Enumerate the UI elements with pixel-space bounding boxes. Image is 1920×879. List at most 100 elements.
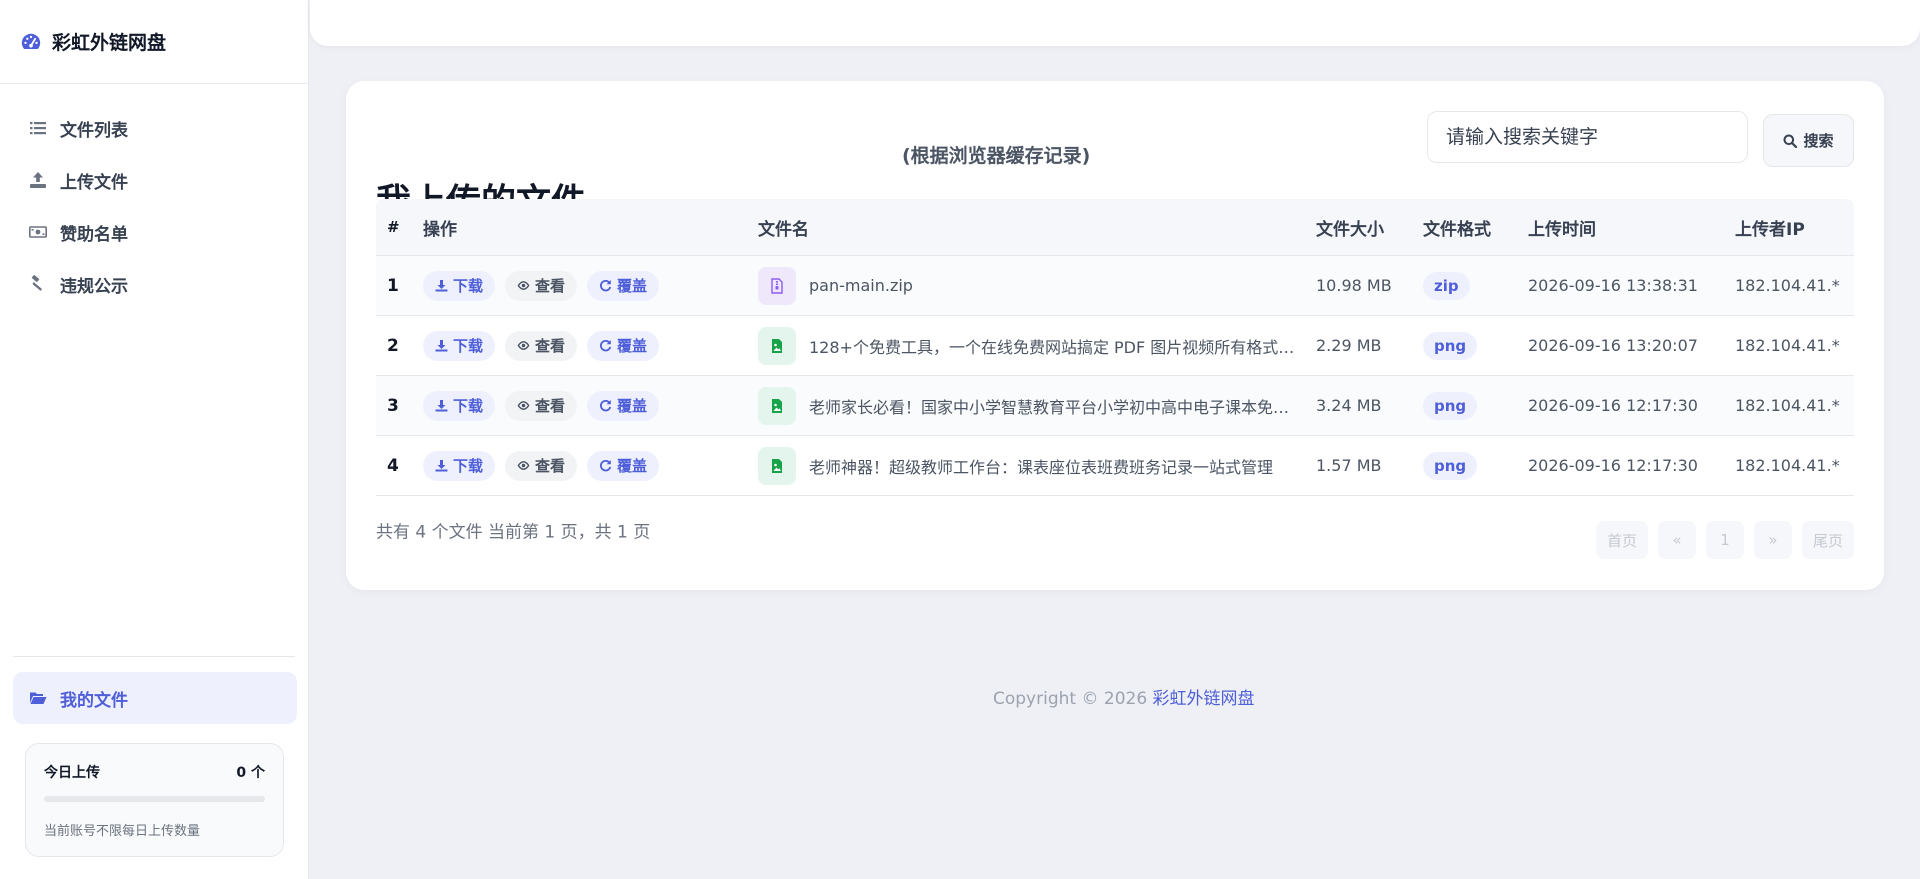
copyright-link[interactable]: 彩虹外链网盘 [1153, 689, 1255, 709]
sidebar-item-label: 我的文件 [60, 690, 128, 711]
top-header-bar [310, 0, 1920, 46]
money-icon [29, 223, 47, 241]
table-row: 1 下载 查看 覆盖 pan-main.zip 10.98 MB zip 202… [376, 256, 1854, 316]
view-label: 查看 [535, 337, 566, 355]
file-name-link[interactable]: pan-main.zip [809, 276, 913, 295]
list-icon [29, 119, 47, 137]
row-ip: 182.104.41.* [1735, 396, 1840, 415]
image-file-icon [758, 446, 796, 485]
row-num: 1 [387, 275, 399, 296]
download-button[interactable]: 下载 [423, 450, 496, 481]
cover-button[interactable]: 覆盖 [587, 270, 660, 301]
row-actions: 下载 查看 覆盖 [423, 330, 758, 361]
row-num: 4 [387, 455, 399, 476]
row-filename: 128+个免费工具，一个在线免费网站搞定 PDF 图片视频所有格式转换 [758, 326, 1316, 365]
page-first-button[interactable]: 首页 [1596, 521, 1648, 559]
format-badge: png [1423, 451, 1478, 480]
page-subtitle: (根据浏览器缓存记录) [902, 145, 1091, 167]
row-num: 3 [387, 395, 399, 416]
file-count-summary: 共有 4 个文件 当前第 1 页，共 1 页 [376, 522, 651, 543]
quota-label: 今日上传 [44, 765, 100, 781]
row-time: 2026-09-16 12:17:30 [1528, 396, 1698, 415]
zip-file-icon [758, 266, 796, 305]
search-input[interactable] [1427, 111, 1748, 163]
cover-button[interactable]: 覆盖 [587, 330, 660, 361]
row-filename: 老师神器！超级教师工作台：课表座位表班费班务记录一站式管理 [758, 446, 1316, 485]
download-label: 下载 [453, 457, 484, 475]
table-row: 2 下载 查看 覆盖 128+个免费工具，一个在线免费网站搞定 PDF 图片视频… [376, 316, 1854, 376]
search-button-label: 搜索 [1803, 132, 1834, 150]
download-button[interactable]: 下载 [423, 390, 496, 421]
image-file-icon [758, 386, 796, 425]
view-label: 查看 [535, 277, 566, 295]
view-button[interactable]: 查看 [505, 330, 578, 361]
download-button[interactable]: 下载 [423, 270, 496, 301]
upload-icon [29, 171, 47, 189]
header-time: 上传时间 [1528, 219, 1596, 240]
refresh-icon [600, 459, 612, 472]
row-format: zip [1423, 271, 1528, 300]
file-name-link[interactable]: 老师神器！超级教师工作台：课表座位表班费班务记录一站式管理 [809, 454, 1273, 478]
pagination: 首页 « 1 » 尾页 [1596, 521, 1854, 559]
row-filename: pan-main.zip [758, 266, 1316, 305]
sidebar-item-label: 违规公示 [60, 276, 128, 297]
cover-label: 覆盖 [617, 277, 648, 295]
view-button[interactable]: 查看 [505, 390, 578, 421]
sidebar-item-label: 赞助名单 [60, 224, 128, 245]
refresh-icon [600, 339, 612, 352]
search-button[interactable]: 搜索 [1763, 114, 1854, 167]
cover-button[interactable]: 覆盖 [587, 390, 660, 421]
download-icon [435, 340, 448, 352]
file-name-link[interactable]: 老师家长必看！国家中小学智慧教育平台小学初中高中电子课本免费下载 [809, 394, 1296, 418]
download-label: 下载 [453, 337, 484, 355]
download-icon [435, 460, 448, 472]
sidebar-item-label: 上传文件 [60, 172, 128, 193]
row-ip: 182.104.41.* [1735, 336, 1840, 355]
sidebar-item-violations[interactable]: 违规公示 [0, 258, 308, 310]
view-button[interactable]: 查看 [505, 450, 578, 481]
row-filename: 老师家长必看！国家中小学智慧教育平台小学初中高中电子课本免费下载 [758, 386, 1316, 425]
format-badge: zip [1423, 271, 1470, 300]
download-label: 下载 [453, 397, 484, 415]
table-header: # 操作 文件名 文件大小 文件格式 上传时间 上传者IP [376, 199, 1854, 256]
page-current-button[interactable]: 1 [1706, 521, 1744, 559]
brand[interactable]: 彩虹外链网盘 [0, 0, 308, 84]
quota-note: 当前账号不限每日上传数量 [44, 824, 201, 839]
copyright-text: Copyright © 2026 [993, 689, 1153, 709]
row-time: 2026-09-16 13:20:07 [1528, 336, 1698, 355]
brand-title: 彩虹外链网盘 [52, 32, 167, 54]
eye-icon [517, 281, 530, 290]
sidebar-item-upload[interactable]: 上传文件 [0, 154, 308, 206]
row-num: 2 [387, 335, 399, 356]
sidebar-nav: 文件列表 上传文件 赞助名单 违规公示 [0, 84, 308, 310]
sidebar-item-sponsors[interactable]: 赞助名单 [0, 206, 308, 258]
view-button[interactable]: 查看 [505, 270, 578, 301]
search-icon [1783, 134, 1798, 148]
download-label: 下载 [453, 277, 484, 295]
folder-open-icon [29, 689, 47, 707]
page-last-button[interactable]: 尾页 [1802, 521, 1854, 559]
row-format: png [1423, 451, 1528, 480]
sidebar: 彩虹外链网盘 文件列表 上传文件 赞助名单 违规公示 我的文件 今日上传 0 个… [0, 0, 309, 879]
refresh-icon [600, 279, 612, 292]
daily-upload-quota: 今日上传 0 个 当前账号不限每日上传数量 [25, 743, 284, 857]
quota-progress-bar [44, 796, 265, 802]
sidebar-item-file-list[interactable]: 文件列表 [0, 102, 308, 154]
header-ip: 上传者IP [1735, 219, 1805, 240]
row-size: 2.29 MB [1316, 336, 1382, 355]
download-button[interactable]: 下载 [423, 330, 496, 361]
page-prev-button[interactable]: « [1658, 521, 1696, 559]
row-actions: 下载 查看 覆盖 [423, 390, 758, 421]
cover-label: 覆盖 [617, 457, 648, 475]
row-size: 3.24 MB [1316, 396, 1382, 415]
my-files-card: 我上传的文件 (根据浏览器缓存记录) 搜索 # 操作 文件名 文件大小 文件格式… [346, 81, 1884, 590]
cover-button[interactable]: 覆盖 [587, 450, 660, 481]
file-name-link[interactable]: 128+个免费工具，一个在线免费网站搞定 PDF 图片视频所有格式转换 [809, 334, 1296, 358]
refresh-icon [600, 399, 612, 412]
sidebar-item-my-files[interactable]: 我的文件 [13, 672, 297, 724]
sidebar-divider [13, 656, 295, 657]
row-format: png [1423, 331, 1528, 360]
eye-icon [517, 461, 530, 470]
page-next-button[interactable]: » [1754, 521, 1792, 559]
row-size: 1.57 MB [1316, 456, 1382, 475]
